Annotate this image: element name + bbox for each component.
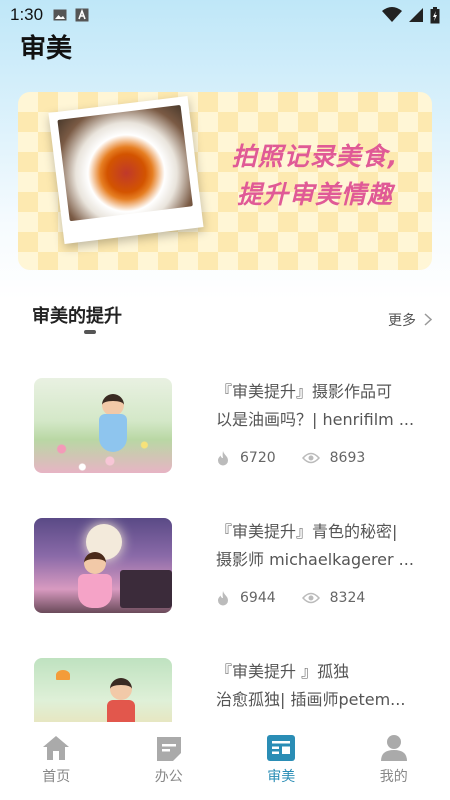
tab-office-label: 办公 xyxy=(154,769,183,785)
fire-icon xyxy=(218,451,228,466)
tab-home-label: 首页 xyxy=(42,769,71,785)
status-bar: 1:30 xyxy=(0,0,450,30)
eye-icon xyxy=(301,592,320,604)
banner-text: 拍照记录美食, 提升审美情趣 xyxy=(200,138,430,214)
article-title: 『审美提升 』孤独 治愈孤独| 插画师petem... xyxy=(216,662,406,709)
food-photo xyxy=(48,95,204,245)
article-thumbnail xyxy=(34,518,172,613)
more-link[interactable]: 更多 xyxy=(388,310,433,330)
article-thumbnail xyxy=(34,378,172,473)
tab-profile[interactable]: 我的 xyxy=(338,722,450,800)
tab-office[interactable]: 办公 xyxy=(113,722,226,800)
office-icon xyxy=(156,737,181,761)
banner-line-2: 提升审美情趣 xyxy=(236,180,393,209)
article-title: 『审美提升』摄影作品可 以是油画吗？| henrifilm ... xyxy=(216,382,415,429)
food-photo-image xyxy=(57,104,193,222)
aesthetics-icon xyxy=(267,735,296,761)
tab-home[interactable]: 首页 xyxy=(0,722,113,800)
view-count: 8324 xyxy=(329,590,366,606)
banner-line-1: 拍照记录美食, xyxy=(231,142,399,171)
home-icon xyxy=(43,736,70,760)
bottom-tab-bar: 首页 办公 审美 我的 xyxy=(0,722,450,800)
fire-icon xyxy=(218,591,228,606)
eye-icon xyxy=(301,452,320,464)
page-title: 审美 xyxy=(20,34,73,64)
view-count: 8693 xyxy=(329,450,366,466)
like-count: 6944 xyxy=(240,590,276,606)
section-title: 审美的提升 xyxy=(32,306,122,327)
tab-aesthetics-label: 审美 xyxy=(267,769,296,785)
chevron-right-icon xyxy=(424,311,433,330)
a-icon xyxy=(75,8,89,22)
battery-icon xyxy=(430,6,440,23)
wifi-icon xyxy=(382,7,402,22)
image-icon xyxy=(53,9,67,21)
article-title: 『审美提升』青色的秘密| 摄影师 michaelkagerer ... xyxy=(216,522,414,569)
like-count: 6720 xyxy=(240,450,276,466)
section-header: 审美的提升 更多 xyxy=(32,300,433,340)
article-card-1[interactable]: 『审美提升』摄影作品可 以是油画吗？| henrifilm ... 6720 8… xyxy=(34,378,434,478)
signal-icon xyxy=(409,8,423,22)
article-stats: 6720 8693 xyxy=(216,450,391,466)
section-indicator xyxy=(84,330,96,334)
article-stats: 6944 8324 xyxy=(216,590,391,606)
tab-aesthetics[interactable]: 审美 xyxy=(225,722,338,800)
status-time: 1:30 xyxy=(10,5,44,24)
more-label: 更多 xyxy=(388,313,416,329)
article-card-2[interactable]: 『审美提升』青色的秘密| 摄影师 michaelkagerer ... 6944… xyxy=(34,518,434,618)
tab-profile-label: 我的 xyxy=(379,769,408,785)
profile-icon xyxy=(380,735,407,761)
